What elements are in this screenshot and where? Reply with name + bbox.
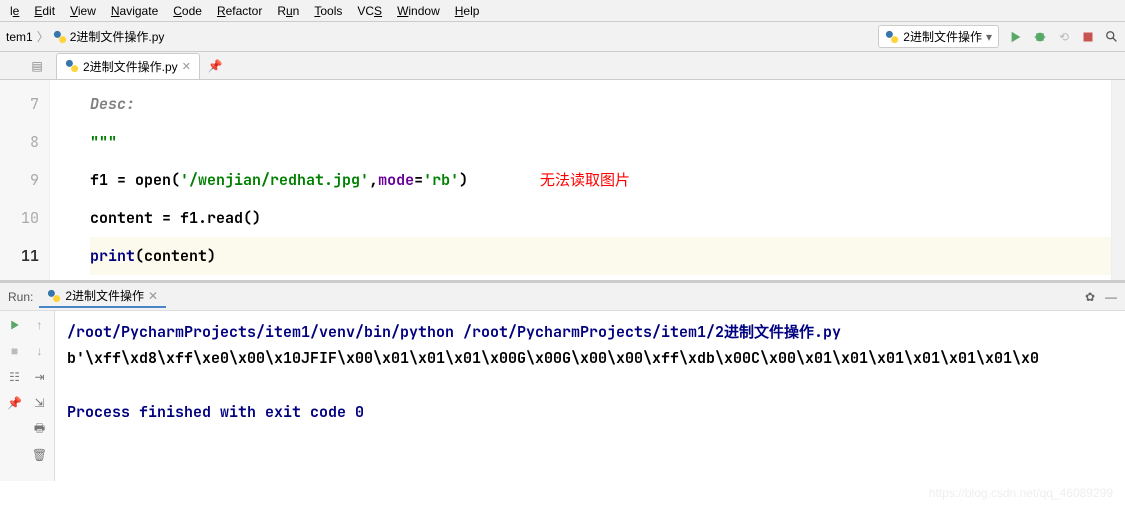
line-number: 11: [0, 237, 39, 275]
breadcrumb: tem1 〉 2进制文件操作.py: [6, 28, 164, 45]
breadcrumb-sep: 〉: [37, 28, 49, 45]
pin-button[interactable]: 📌: [5, 393, 25, 413]
stop-run-button[interactable]: ■: [5, 341, 25, 361]
annotation-text: 无法读取图片: [540, 162, 630, 200]
editor-tab[interactable]: 2进制文件操作.py ✕: [56, 53, 200, 79]
line-number: 7: [0, 85, 39, 123]
editor-scrollbar[interactable]: [1111, 80, 1125, 280]
run-header: Run: 2进制文件操作 ✕ ✿ —: [0, 283, 1125, 311]
menu-code[interactable]: Code: [167, 2, 208, 20]
python-file-icon: [53, 30, 67, 44]
up-button[interactable]: ↑: [30, 315, 50, 335]
run-session-tab[interactable]: 2进制文件操作 ✕: [39, 285, 166, 308]
python-icon: [885, 30, 899, 44]
code-line[interactable]: """: [90, 123, 1111, 161]
menu-tools[interactable]: Tools: [308, 2, 348, 20]
breadcrumb-file-label: 2进制文件操作.py: [70, 28, 165, 45]
run-config-selector[interactable]: 2进制文件操作 ▾: [878, 25, 999, 48]
menu-file[interactable]: le: [4, 2, 25, 20]
menu-run[interactable]: Run: [271, 2, 305, 20]
editor-tabbar: ▤ 2进制文件操作.py ✕ 📌: [0, 52, 1125, 80]
print-button[interactable]: 🖶: [30, 419, 50, 439]
pin-tab-icon[interactable]: 📌: [208, 59, 223, 73]
python-file-icon: [65, 59, 79, 73]
search-button[interactable]: [1105, 30, 1119, 44]
console-stdout: b'\xff\xd8\xff\xe0\x00\x10JFIF\x00\x01\x…: [67, 345, 1113, 371]
run-toolbar: ■ ☷ 📌 ↑ ↓ ⇥ ⇲ 🖶 🗑: [0, 311, 55, 481]
minimize-icon[interactable]: —: [1105, 290, 1117, 304]
stop-button[interactable]: [1081, 30, 1095, 44]
run-button[interactable]: [1009, 30, 1023, 44]
down-button[interactable]: ↓: [30, 341, 50, 361]
toolbar-right: 2进制文件操作 ▾ ⟲: [878, 25, 1119, 48]
scroll-to-end-button[interactable]: ⇲: [30, 393, 50, 413]
soft-wrap-button[interactable]: ⇥: [30, 367, 50, 387]
dropdown-icon: ▾: [986, 30, 992, 44]
run-body: ■ ☷ 📌 ↑ ↓ ⇥ ⇲ 🖶 🗑 /root/PycharmProjects/…: [0, 311, 1125, 481]
code-editor[interactable]: 7891011 无法读取图片 Desc:"""f1 = open('/wenji…: [0, 80, 1125, 280]
run-session-label: 2进制文件操作: [65, 287, 144, 304]
watermark: https://blog.csdn.net/qq_46089299: [929, 486, 1113, 500]
code-line[interactable]: print(content): [90, 237, 1111, 275]
breadcrumb-file[interactable]: 2进制文件操作.py: [53, 28, 165, 45]
line-number: 8: [0, 123, 39, 161]
menu-navigate[interactable]: Navigate: [105, 2, 164, 20]
menu-edit[interactable]: Edit: [28, 2, 61, 20]
python-icon: [47, 289, 61, 303]
settings-icon[interactable]: ✿: [1085, 290, 1095, 304]
menu-window[interactable]: Window: [391, 2, 446, 20]
debug-button[interactable]: [1033, 30, 1047, 44]
menu-refactor[interactable]: Refactor: [211, 2, 268, 20]
code-area[interactable]: 无法读取图片 Desc:"""f1 = open('/wenjian/redha…: [50, 80, 1111, 280]
menu-view[interactable]: View: [64, 2, 102, 20]
run-tool-window: Run: 2进制文件操作 ✕ ✿ — ■ ☷ 📌 ↑ ↓ ⇥ ⇲: [0, 280, 1125, 481]
console-command: /root/PycharmProjects/item1/venv/bin/pyt…: [67, 319, 1113, 345]
rerun-button[interactable]: [5, 315, 25, 335]
run-config-label: 2进制文件操作: [903, 28, 982, 45]
navigation-bar: tem1 〉 2进制文件操作.py 2进制文件操作 ▾ ⟲: [0, 22, 1125, 52]
layout-button[interactable]: ☷: [5, 367, 25, 387]
project-view-icon[interactable]: ▤: [30, 59, 44, 73]
trash-button[interactable]: 🗑: [30, 445, 50, 465]
breadcrumb-project[interactable]: tem1: [6, 30, 33, 44]
line-gutter: 7891011: [0, 80, 50, 280]
menu-help[interactable]: Help: [449, 2, 486, 20]
line-number: 9: [0, 161, 39, 199]
code-line[interactable]: Desc:: [90, 85, 1111, 123]
close-run-tab-icon[interactable]: ✕: [148, 289, 158, 303]
menu-vcs[interactable]: VCS: [351, 2, 388, 20]
code-line[interactable]: content = f1.read(): [90, 199, 1111, 237]
close-tab-icon[interactable]: ✕: [182, 60, 191, 73]
run-title: Run:: [8, 290, 33, 304]
console-output[interactable]: /root/PycharmProjects/item1/venv/bin/pyt…: [55, 311, 1125, 481]
main-menubar: le Edit View Navigate Code Refactor Run …: [0, 0, 1125, 22]
console-exit-msg: Process finished with exit code 0: [67, 399, 1113, 425]
editor-tab-label: 2进制文件操作.py: [83, 58, 178, 75]
coverage-button[interactable]: ⟲: [1057, 30, 1071, 44]
line-number: 10: [0, 199, 39, 237]
